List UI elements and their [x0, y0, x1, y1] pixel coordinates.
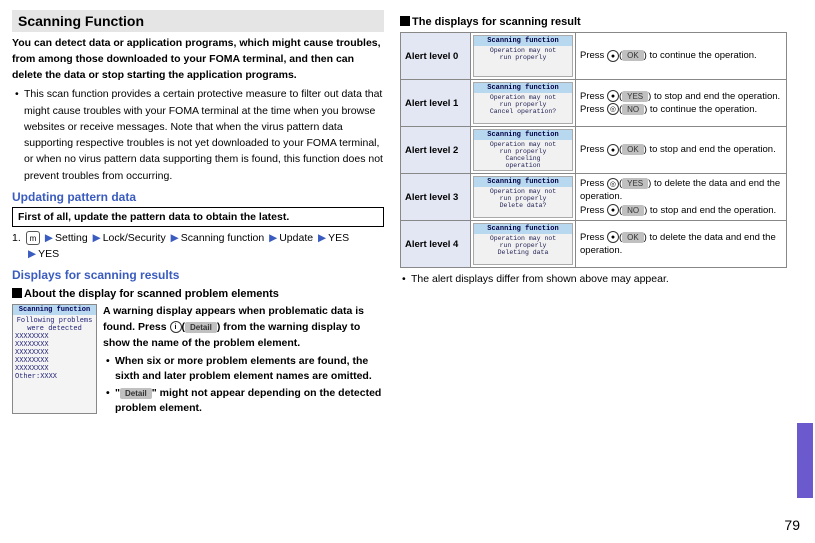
problem-elements-screenshot: Scanning function Following problems wer…	[12, 304, 97, 414]
displays-heading: Displays for scanning results	[12, 268, 384, 282]
mock-screen-title: Scanning function	[13, 305, 96, 315]
ok-button-icon: ●	[607, 231, 619, 243]
alert-description: Press ●(YES) to stop and end the operati…	[576, 80, 787, 127]
alert-description: Press ●(OK) to stop and end the operatio…	[576, 127, 787, 174]
alert-description: Press ◎(YES) to delete the data and end …	[576, 174, 787, 221]
alert-description: Press ●(OK) to delete the data and end t…	[576, 221, 787, 268]
ok-softkey: OK	[622, 232, 644, 243]
mock-line: XXXXXXXX	[15, 349, 94, 357]
level-cell: Alert level 2	[401, 127, 471, 174]
level-cell: Alert level 1	[401, 80, 471, 127]
mock-line: XXXXXXXX	[15, 333, 94, 341]
about-heading: About the display for scanned problem el…	[12, 288, 384, 300]
step-tail: YES	[38, 248, 59, 260]
mock-line: were detected	[15, 325, 94, 333]
step-number: 1.	[12, 231, 21, 247]
about-paragraph: A warning display appears when problemat…	[103, 304, 384, 351]
footnote: The alert displays differ from shown abo…	[400, 272, 787, 288]
separator-icon: ▶	[93, 232, 101, 244]
section-tab-label: Others	[794, 443, 811, 491]
step-part: Setting	[55, 232, 88, 244]
camera-button-icon: ◎	[607, 103, 619, 115]
alert-description: Press ●(OK) to continue the operation.	[576, 33, 787, 80]
mock-line: Following problems	[15, 317, 94, 325]
alert-screenshot: Scanning functionOperation may not run p…	[473, 223, 573, 265]
square-bullet-icon	[400, 16, 410, 26]
protective-note: This scan function provides a certain pr…	[12, 86, 384, 184]
yes-softkey: YES	[622, 91, 648, 102]
mock-line: Other:XXXX	[15, 373, 94, 381]
alert-screenshot: Scanning functionOperation may not run p…	[473, 176, 573, 218]
separator-icon: ▶	[269, 232, 277, 244]
menu-icon: m	[26, 231, 40, 245]
step-part: Scanning function	[181, 232, 264, 244]
intro-text: You can detect data or application progr…	[12, 36, 384, 83]
step-1: 1. m ▶Setting ▶Lock/Security ▶Scanning f…	[12, 231, 384, 263]
table-heading: The displays for scanning result	[400, 16, 787, 28]
level-cell: Alert level 4	[401, 221, 471, 268]
table-row: Alert level 0 Scanning functionOperation…	[401, 33, 787, 80]
no-softkey: NO	[622, 104, 644, 115]
mock-line: XXXXXXXX	[15, 365, 94, 373]
level-cell: Alert level 0	[401, 33, 471, 80]
detail-softkey: Detail	[185, 322, 217, 333]
step-part: Lock/Security	[103, 232, 166, 244]
alert-levels-table: Alert level 0 Scanning functionOperation…	[400, 32, 787, 268]
camera-button-icon: ◎	[607, 178, 619, 190]
ok-softkey: OK	[622, 50, 644, 61]
ok-button-icon: ●	[607, 204, 619, 216]
ok-button-icon: ●	[607, 90, 619, 102]
no-softkey: NO	[622, 205, 644, 216]
step-part: Update	[279, 232, 313, 244]
separator-icon: ▶	[45, 232, 53, 244]
separator-icon: ▶	[28, 248, 36, 260]
square-bullet-icon	[12, 288, 22, 298]
updating-heading: Updating pattern data	[12, 190, 384, 204]
ok-button-icon: ●	[607, 50, 619, 62]
separator-icon: ▶	[318, 232, 326, 244]
detail-softkey: Detail	[120, 388, 152, 399]
update-instruction-box: First of all, update the pattern data to…	[12, 207, 384, 227]
info-button-icon: i	[170, 321, 182, 333]
table-row: Alert level 2 Scanning functionOperation…	[401, 127, 787, 174]
step-part: YES	[328, 232, 349, 244]
yes-softkey: YES	[622, 178, 648, 189]
page-number: 79	[784, 517, 800, 533]
mock-line: XXXXXXXX	[15, 357, 94, 365]
ok-softkey: OK	[622, 144, 644, 155]
separator-icon: ▶	[171, 232, 179, 244]
table-row: Alert level 4 Scanning functionOperation…	[401, 221, 787, 268]
about-sub-2: "Detail" might not appear depending on t…	[103, 386, 384, 416]
alert-screenshot: Scanning functionOperation may not run p…	[473, 129, 573, 171]
ok-button-icon: ●	[607, 144, 619, 156]
mock-line: XXXXXXXX	[15, 341, 94, 349]
table-row: Alert level 3 Scanning functionOperation…	[401, 174, 787, 221]
table-row: Alert level 1 Scanning functionOperation…	[401, 80, 787, 127]
level-cell: Alert level 3	[401, 174, 471, 221]
alert-screenshot: Scanning functionOperation may not run p…	[473, 35, 573, 77]
about-sub-1: When six or more problem elements are fo…	[103, 354, 384, 384]
section-title: Scanning Function	[12, 10, 384, 32]
alert-screenshot: Scanning functionOperation may not run p…	[473, 82, 573, 124]
